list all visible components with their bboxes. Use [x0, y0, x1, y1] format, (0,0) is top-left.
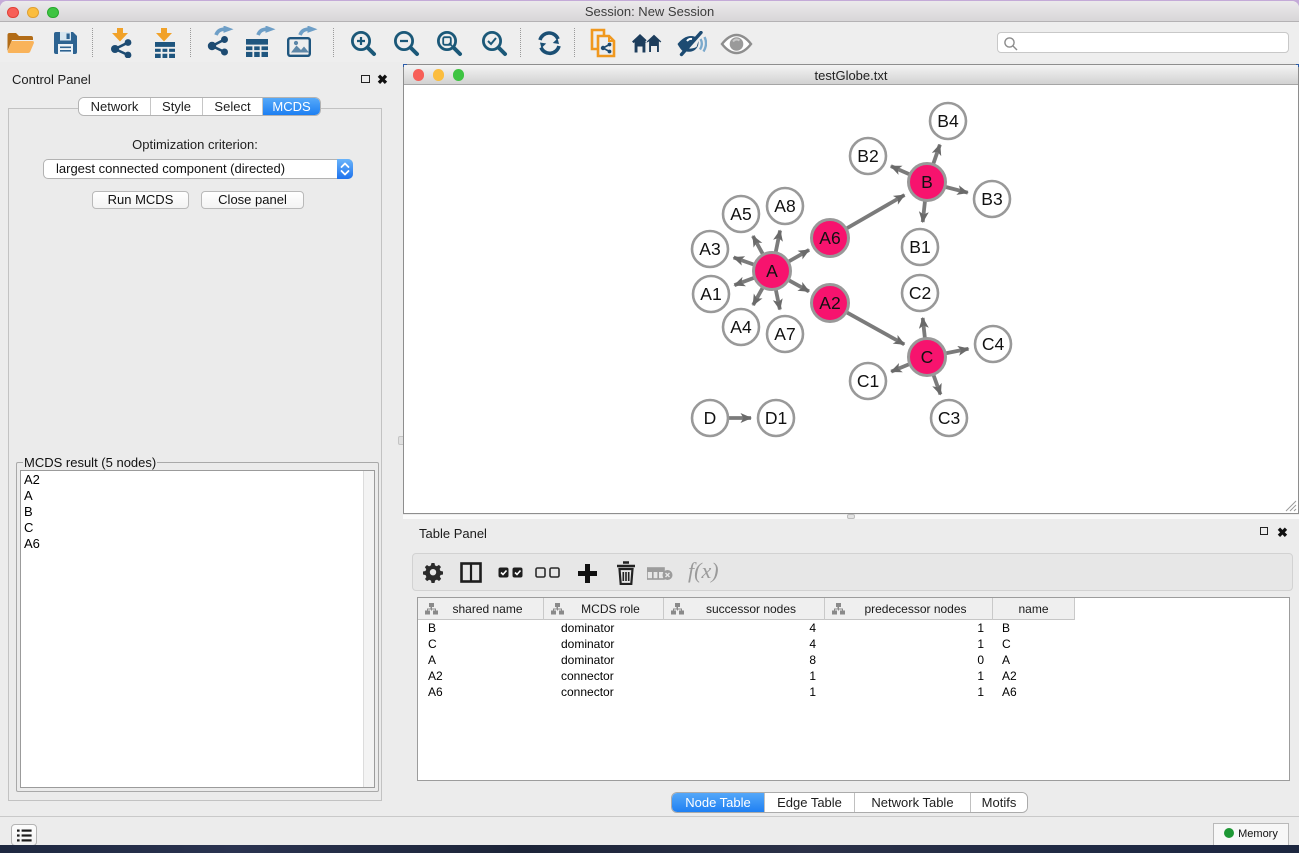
- svg-text:A2: A2: [819, 293, 840, 313]
- svg-text:A8: A8: [774, 196, 795, 216]
- svg-text:C3: C3: [937, 408, 959, 428]
- svg-text:B1: B1: [909, 237, 930, 257]
- svg-text:A: A: [766, 261, 778, 281]
- svg-text:C4: C4: [981, 334, 1004, 354]
- svg-text:B: B: [921, 172, 933, 192]
- svg-text:D1: D1: [764, 408, 786, 428]
- svg-text:B3: B3: [981, 189, 1002, 209]
- svg-text:C2: C2: [908, 283, 930, 303]
- svg-text:A5: A5: [730, 204, 751, 224]
- svg-text:C1: C1: [856, 371, 878, 391]
- svg-text:A4: A4: [730, 317, 752, 337]
- svg-text:B2: B2: [857, 146, 878, 166]
- svg-text:A3: A3: [699, 239, 720, 259]
- svg-text:C: C: [920, 347, 933, 367]
- svg-text:B4: B4: [937, 111, 959, 131]
- svg-text:A6: A6: [819, 228, 840, 248]
- svg-text:A1: A1: [700, 284, 721, 304]
- svg-text:D: D: [703, 408, 716, 428]
- svg-text:A7: A7: [774, 324, 795, 344]
